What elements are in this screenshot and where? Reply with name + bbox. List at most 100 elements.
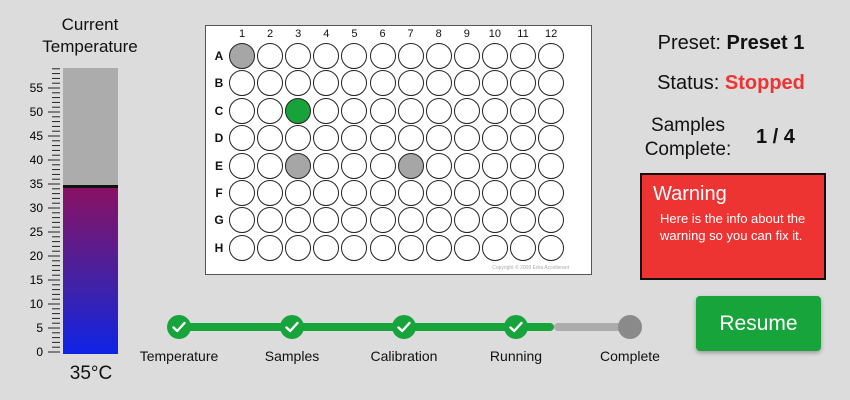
- well-f9[interactable]: [453, 180, 480, 206]
- well-b2[interactable]: [257, 70, 284, 97]
- well-e7[interactable]: [397, 152, 424, 179]
- well-g6[interactable]: [369, 207, 396, 234]
- well-f12[interactable]: [538, 180, 565, 206]
- well-d7[interactable]: [397, 125, 424, 152]
- well-c5[interactable]: [341, 97, 368, 124]
- well-a10[interactable]: [481, 43, 508, 69]
- well-a12[interactable]: [538, 43, 565, 69]
- well-b9[interactable]: [453, 70, 480, 97]
- well-d6[interactable]: [369, 125, 396, 152]
- well-b10[interactable]: [481, 70, 508, 97]
- well-b5[interactable]: [341, 70, 368, 97]
- well-h10[interactable]: [481, 234, 508, 261]
- well-e9[interactable]: [453, 152, 480, 179]
- well-h11[interactable]: [510, 234, 536, 261]
- well-g5[interactable]: [341, 207, 368, 234]
- well-f10[interactable]: [481, 180, 508, 206]
- well-e5[interactable]: [341, 152, 368, 179]
- well-c4[interactable]: [313, 97, 340, 124]
- well-g11[interactable]: [510, 207, 536, 234]
- well-d8[interactable]: [425, 125, 452, 152]
- well-b6[interactable]: [369, 70, 396, 97]
- well-e4[interactable]: [313, 152, 340, 179]
- well-g3[interactable]: [285, 207, 312, 234]
- well-c6[interactable]: [369, 97, 396, 124]
- well-f2[interactable]: [257, 180, 284, 206]
- well-c12[interactable]: [538, 97, 565, 124]
- well-c1[interactable]: [229, 97, 255, 124]
- well-a3[interactable]: [285, 43, 312, 69]
- well-h12[interactable]: [538, 234, 565, 261]
- well-c9[interactable]: [453, 97, 480, 124]
- progress-track-complete: [179, 323, 554, 331]
- well-f4[interactable]: [313, 180, 340, 206]
- well-f11[interactable]: [510, 180, 536, 206]
- well-a2[interactable]: [257, 43, 284, 69]
- well-g9[interactable]: [453, 207, 480, 234]
- well-h2[interactable]: [257, 234, 284, 261]
- well-a6[interactable]: [369, 43, 396, 69]
- well-a7[interactable]: [397, 43, 424, 69]
- resume-button[interactable]: Resume: [696, 296, 821, 351]
- well-a5[interactable]: [341, 43, 368, 69]
- well-d9[interactable]: [453, 125, 480, 152]
- well-h5[interactable]: [341, 234, 368, 261]
- well-d4[interactable]: [313, 125, 340, 152]
- well-e11[interactable]: [510, 152, 536, 179]
- well-f8[interactable]: [425, 180, 452, 206]
- well-d10[interactable]: [481, 125, 508, 152]
- plate-column-label: 5: [351, 28, 358, 40]
- well-f5[interactable]: [341, 180, 368, 206]
- well-e8[interactable]: [425, 152, 452, 179]
- well-e12[interactable]: [538, 152, 565, 179]
- well-b3[interactable]: [285, 70, 312, 97]
- well-g2[interactable]: [257, 207, 284, 234]
- well-e6[interactable]: [369, 152, 396, 179]
- well-g10[interactable]: [481, 207, 508, 234]
- well-b12[interactable]: [538, 70, 565, 97]
- well-c11[interactable]: [510, 97, 536, 124]
- well-g1[interactable]: [229, 207, 255, 234]
- well-a11[interactable]: [510, 43, 536, 69]
- well-a9[interactable]: [453, 43, 480, 69]
- well-e2[interactable]: [257, 152, 284, 179]
- well-b7[interactable]: [397, 70, 424, 97]
- well-e10[interactable]: [481, 152, 508, 179]
- well-d1[interactable]: [229, 125, 255, 152]
- well-c3[interactable]: [285, 97, 312, 124]
- well-g12[interactable]: [538, 207, 565, 234]
- well-d3[interactable]: [285, 125, 312, 152]
- well-d2[interactable]: [257, 125, 284, 152]
- well-c2[interactable]: [257, 97, 284, 124]
- well-d11[interactable]: [510, 125, 536, 152]
- well-a8[interactable]: [425, 43, 452, 69]
- well-f7[interactable]: [397, 180, 424, 206]
- well-f6[interactable]: [369, 180, 396, 206]
- well-h6[interactable]: [369, 234, 396, 261]
- well-f1[interactable]: [229, 180, 255, 206]
- well-b4[interactable]: [313, 70, 340, 97]
- well-h3[interactable]: [285, 234, 312, 261]
- well-h1[interactable]: [229, 234, 255, 261]
- well-b11[interactable]: [510, 70, 536, 97]
- well-a4[interactable]: [313, 43, 340, 69]
- well-c8[interactable]: [425, 97, 452, 124]
- well-g4[interactable]: [313, 207, 340, 234]
- well-e1[interactable]: [229, 152, 255, 179]
- well-b8[interactable]: [425, 70, 452, 97]
- well-h8[interactable]: [425, 234, 452, 261]
- well-h4[interactable]: [313, 234, 340, 261]
- well-h9[interactable]: [453, 234, 480, 261]
- well-f3[interactable]: [285, 180, 312, 206]
- well-d12[interactable]: [538, 125, 565, 152]
- well-b1[interactable]: [229, 70, 255, 97]
- well-d5[interactable]: [341, 125, 368, 152]
- step-complete-indicator: [618, 315, 642, 339]
- well-h7[interactable]: [397, 234, 424, 261]
- well-g7[interactable]: [397, 207, 424, 234]
- well-a1[interactable]: [229, 43, 255, 69]
- well-g8[interactable]: [425, 207, 452, 234]
- well-c7[interactable]: [397, 97, 424, 124]
- well-e3[interactable]: [285, 152, 312, 179]
- well-c10[interactable]: [481, 97, 508, 124]
